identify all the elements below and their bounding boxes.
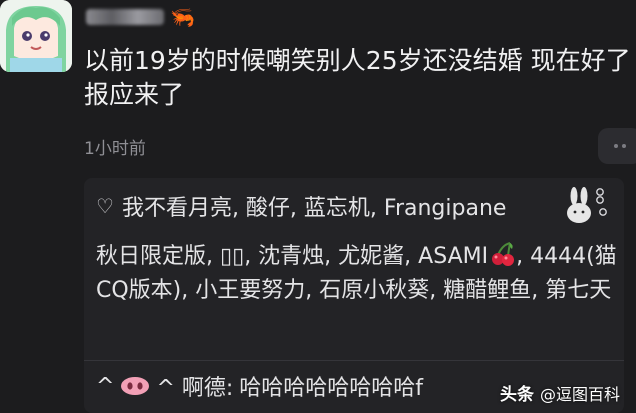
comment-text: 哈哈哈哈哈哈哈哈f	[239, 376, 424, 401]
likes-names-first-line: 我不看月亮, 酸仔, 蓝忘机, Frangipane	[121, 196, 507, 221]
shrimp-icon: 🦐	[170, 5, 195, 29]
watermark-logo: 头条	[500, 385, 534, 405]
divider	[84, 360, 624, 361]
blurred-username	[86, 9, 164, 25]
likes-line: ♡ 我不看月亮, 酸仔, 蓝忘机, Frangipane	[96, 190, 506, 222]
dot-icon	[614, 144, 618, 148]
watermark-handle: @逗图百科	[540, 384, 621, 404]
watermark: 头条 @逗图百科	[500, 380, 621, 406]
more-options-button[interactable]	[598, 128, 636, 164]
bunny-emoji-icon	[567, 187, 607, 223]
avatar[interactable]	[0, 0, 72, 72]
heart-outline-icon: ♡	[96, 194, 114, 218]
post-timestamp: 1小时前	[84, 139, 146, 159]
likes-names-part-1: 秋日限定版, ▯▯, 沈青烛, 尤妮酱, ASAMI	[96, 244, 489, 269]
likes-names-list: 秋日限定版, ▯▯, 沈青烛, 尤妮酱, ASAMI , 4444(猫CQ版本)…	[96, 240, 620, 308]
comment-author-name: ^ 啊德:	[156, 376, 234, 401]
comment-author-prefix: ^	[96, 373, 115, 399]
dot-icon	[622, 144, 626, 148]
post-text: 以前19岁的时候嘲笑别人25岁还没结婚 现在好了 报应来了	[84, 46, 631, 109]
pig-nose-icon	[121, 377, 150, 395]
username[interactable]: 🦐	[86, 4, 195, 30]
cherry-icon	[492, 242, 515, 266]
comment-row[interactable]: ^ ^ 啊德: 哈哈哈哈哈哈哈哈f	[96, 370, 423, 402]
